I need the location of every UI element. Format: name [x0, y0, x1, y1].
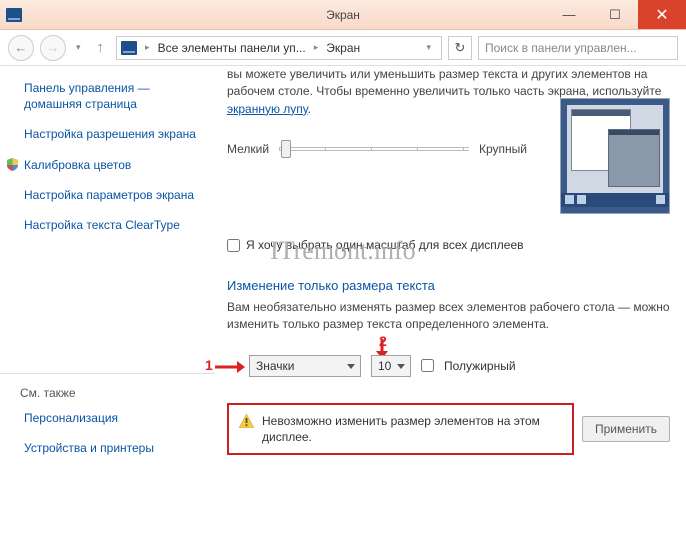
magnifier-link[interactable]: экранную лупу — [227, 102, 308, 116]
slider-label-small: Мелкий — [227, 142, 269, 156]
single-scale-checkbox[interactable] — [227, 239, 240, 252]
history-dropdown-icon[interactable]: ▾ — [72, 42, 85, 53]
arrow-icon — [215, 360, 245, 374]
bold-label: Полужирный — [444, 359, 516, 373]
bold-checkbox[interactable] — [421, 359, 434, 372]
content-pane: вы можете увеличить или уменьшить размер… — [215, 66, 686, 547]
sidebar: Панель управления — домашняя страница На… — [0, 66, 215, 547]
maximize-button[interactable]: ☐ — [592, 0, 638, 29]
see-also-heading: См. также — [20, 386, 205, 400]
sidebar-item-resolution[interactable]: Настройка разрешения экрана — [24, 126, 205, 142]
warning-message: Невозможно изменить размер элементов на … — [227, 403, 574, 455]
warning-icon — [239, 414, 254, 428]
sidebar-see-also-devices[interactable]: Устройства и принтеры — [24, 440, 205, 456]
warning-text: Невозможно изменить размер элементов на … — [262, 413, 562, 445]
element-select[interactable]: Значки — [249, 355, 361, 377]
up-button[interactable]: ↑ — [91, 39, 111, 56]
shield-icon — [6, 158, 19, 171]
display-preview — [560, 98, 670, 214]
crumb-item[interactable]: Экран — [326, 41, 360, 55]
sidebar-item-cleartype[interactable]: Настройка текста ClearType — [24, 217, 205, 233]
search-input[interactable]: Поиск в панели управлен... — [478, 36, 678, 60]
back-button[interactable]: ← — [8, 35, 34, 61]
chevron-right-icon: ▸ — [310, 42, 323, 53]
apply-button[interactable]: Применить — [582, 416, 670, 442]
sidebar-item-display-params[interactable]: Настройка параметров экрана — [24, 187, 205, 203]
minimize-button[interactable]: — — [546, 0, 592, 29]
size-select[interactable]: 10 — [371, 355, 411, 377]
refresh-button[interactable]: ↻ — [448, 36, 472, 60]
sidebar-home-link[interactable]: Панель управления — домашняя страница — [24, 80, 205, 112]
crumb-item[interactable]: Все элементы панели уп... — [158, 41, 306, 55]
scale-slider-row: Мелкий Крупный — [227, 140, 527, 158]
sidebar-item-calibration[interactable]: Калибровка цветов — [6, 157, 205, 173]
annotation-2: 2 — [379, 333, 387, 349]
close-button[interactable]: ✕ — [638, 0, 686, 29]
search-placeholder: Поиск в панели управлен... — [485, 41, 637, 55]
window-title: Экран — [326, 8, 360, 22]
slider-thumb[interactable] — [281, 140, 291, 158]
sidebar-see-also-personalization[interactable]: Персонализация — [24, 410, 205, 426]
address-bar[interactable]: ▸ Все элементы панели уп... ▸ Экран ▾ — [116, 36, 442, 60]
slider-label-large: Крупный — [479, 142, 527, 156]
forward-button[interactable]: → — [40, 35, 66, 61]
navbar: ← → ▾ ↑ ▸ Все элементы панели уп... ▸ Эк… — [0, 30, 686, 66]
titlebar: Экран — ☐ ✕ — [0, 0, 686, 30]
single-scale-label: Я хочу выбрать один масштаб для всех дис… — [246, 238, 524, 252]
scale-slider[interactable] — [279, 140, 469, 158]
chevron-right-icon: ▸ — [141, 42, 154, 53]
app-icon — [6, 8, 22, 22]
text-size-section-desc: Вам необязательно изменять размер всех э… — [227, 299, 670, 333]
text-size-section-title: Изменение только размера текста — [227, 278, 670, 293]
location-icon — [121, 41, 137, 55]
chevron-down-icon[interactable]: ▾ — [420, 42, 437, 53]
